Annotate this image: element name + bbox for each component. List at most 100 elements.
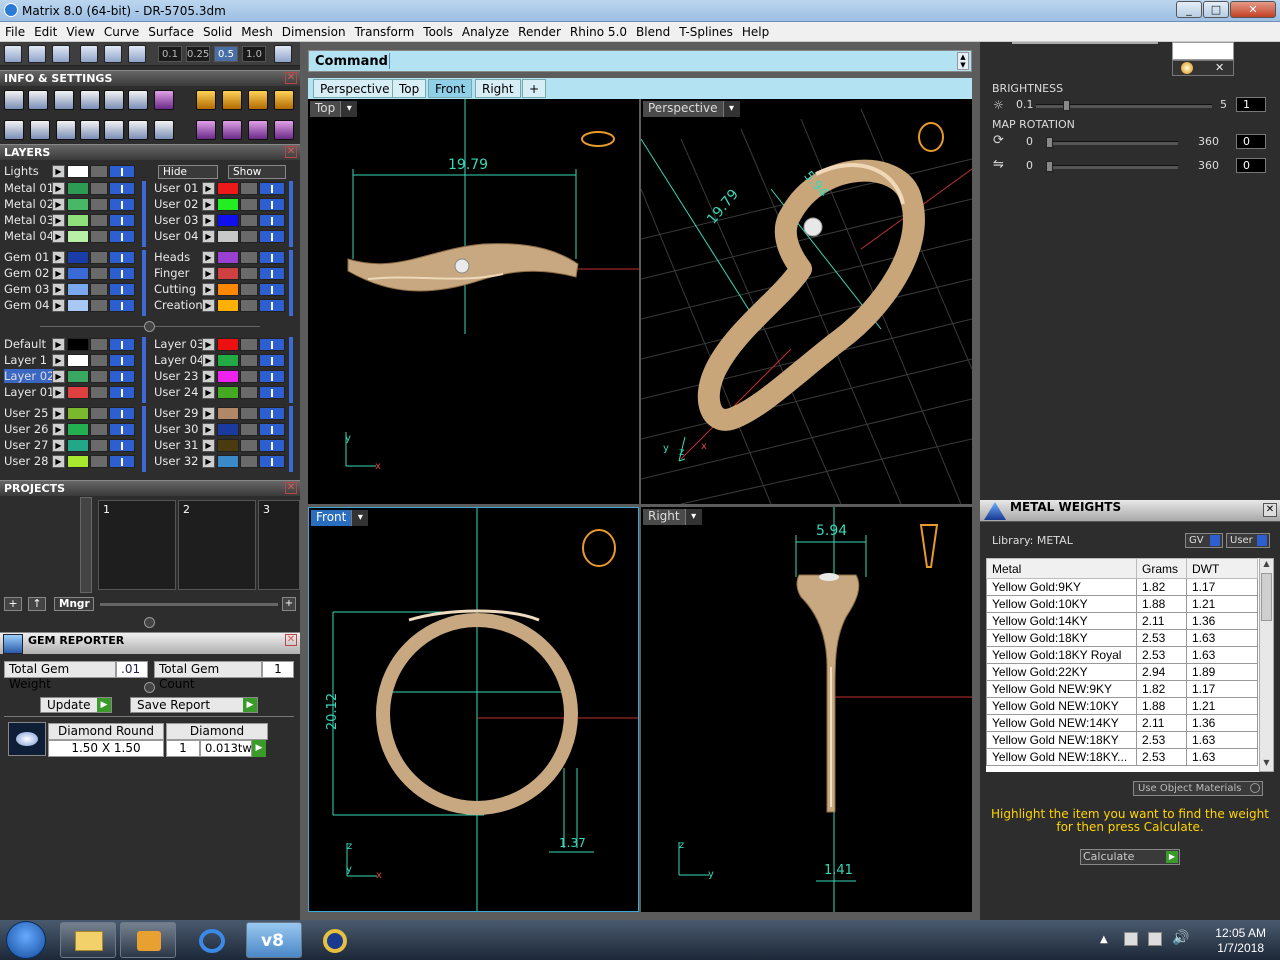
expand-arrow-icon[interactable]: ▶ bbox=[52, 407, 65, 420]
menu-view[interactable]: View bbox=[61, 22, 98, 39]
calculate-button[interactable]: Calculate ▶ bbox=[1080, 849, 1180, 865]
visibility-icon[interactable] bbox=[109, 165, 135, 178]
expand-arrow-icon[interactable]: ▶ bbox=[202, 423, 215, 436]
layer-color-swatch[interactable] bbox=[217, 251, 239, 264]
system-clock[interactable]: 12:05 AM 1/7/2018 bbox=[1215, 926, 1266, 956]
map-thumbnail[interactable] bbox=[1172, 42, 1234, 60]
expand-arrow-icon[interactable]: ▶ bbox=[202, 230, 215, 243]
layer-row[interactable]: Heads ▶ bbox=[150, 250, 292, 265]
lock-icon[interactable] bbox=[90, 230, 108, 243]
viewport-right-label[interactable]: Right bbox=[643, 509, 702, 525]
expand-arrow-icon[interactable]: ▶ bbox=[52, 338, 65, 351]
expand-arrow-icon[interactable]: ▶ bbox=[202, 354, 215, 367]
material-icon[interactable] bbox=[154, 90, 174, 110]
visibility-icon[interactable] bbox=[109, 338, 135, 351]
monitor-icon[interactable] bbox=[30, 120, 50, 140]
projects-scrollbar[interactable] bbox=[80, 497, 92, 593]
user-toggle[interactable]: User bbox=[1226, 533, 1270, 548]
layer-color-swatch[interactable] bbox=[217, 299, 239, 312]
add-tab-button[interactable]: + bbox=[522, 79, 546, 98]
table-row[interactable]: Yellow Gold NEW:10KY 1.88 1.21 bbox=[986, 697, 1258, 715]
expand-arrow-icon[interactable]: ▶ bbox=[52, 439, 65, 452]
layer-color-swatch[interactable] bbox=[217, 267, 239, 280]
eye-icon[interactable] bbox=[104, 45, 122, 63]
layer-color-swatch[interactable] bbox=[67, 230, 89, 243]
align-icon[interactable] bbox=[196, 90, 216, 110]
layer-row[interactable]: User 25 ▶ bbox=[0, 406, 142, 421]
brightness-slider[interactable] bbox=[1036, 100, 1212, 111]
menu-tools[interactable]: Tools bbox=[418, 22, 457, 39]
visibility-icon[interactable] bbox=[109, 354, 135, 367]
layer-row[interactable]: Metal 01 ▶ bbox=[0, 181, 142, 196]
layer-color-swatch[interactable] bbox=[217, 214, 239, 227]
hash-icon[interactable] bbox=[274, 45, 292, 63]
box-icon[interactable] bbox=[80, 90, 100, 110]
visibility-icon[interactable] bbox=[259, 386, 285, 399]
cube-icon[interactable] bbox=[28, 45, 46, 63]
lock-icon[interactable] bbox=[240, 407, 258, 420]
grid-icon[interactable] bbox=[4, 45, 22, 63]
layer-color-swatch[interactable] bbox=[217, 338, 239, 351]
visibility-icon[interactable] bbox=[109, 407, 135, 420]
show-hidden-icons[interactable]: ▲ bbox=[1100, 934, 1108, 945]
layer-color-swatch[interactable] bbox=[67, 439, 89, 452]
menu-transform[interactable]: Transform bbox=[350, 22, 419, 39]
close-icon[interactable]: ✕ bbox=[1215, 61, 1224, 74]
expand-arrow-icon[interactable]: ▶ bbox=[202, 267, 215, 280]
layer-color-swatch[interactable] bbox=[217, 386, 239, 399]
close-icon[interactable]: ✕ bbox=[285, 146, 297, 158]
projects-slider[interactable] bbox=[100, 603, 278, 606]
layer-color-swatch[interactable] bbox=[217, 198, 239, 211]
rotate-icon[interactable] bbox=[274, 90, 294, 110]
visibility-icon[interactable] bbox=[109, 423, 135, 436]
visibility-icon[interactable] bbox=[259, 251, 285, 264]
close-icon[interactable]: ✕ bbox=[1263, 503, 1277, 517]
column-header-metal[interactable]: Metal bbox=[986, 558, 1137, 579]
bend-icon[interactable] bbox=[274, 120, 294, 140]
layer-row[interactable]: User 03 ▶ bbox=[150, 213, 292, 228]
rotation-1-knob[interactable] bbox=[1046, 137, 1053, 148]
pen-icon[interactable] bbox=[52, 45, 70, 63]
layer-row[interactable]: Metal 03 ▶ bbox=[0, 213, 142, 228]
layer-row[interactable]: Gem 04 ▶ bbox=[0, 298, 142, 313]
cursor-icon[interactable] bbox=[128, 45, 146, 63]
menu-render[interactable]: Render bbox=[513, 22, 565, 39]
layer-color-swatch[interactable] bbox=[217, 423, 239, 436]
menu-mesh[interactable]: Mesh bbox=[236, 22, 277, 39]
visibility-icon[interactable] bbox=[259, 214, 285, 227]
lock-icon[interactable] bbox=[90, 182, 108, 195]
expand-arrow-icon[interactable]: ▶ bbox=[52, 251, 65, 264]
layer-color-swatch[interactable] bbox=[67, 423, 89, 436]
visibility-icon[interactable] bbox=[259, 439, 285, 452]
layer-color-swatch[interactable] bbox=[67, 182, 89, 195]
zoom-icon[interactable] bbox=[28, 90, 48, 110]
layer-row[interactable]: User 31 ▶ bbox=[150, 438, 292, 453]
visibility-icon[interactable] bbox=[259, 230, 285, 243]
visibility-icon[interactable] bbox=[259, 455, 285, 468]
menu-blend[interactable]: Blend bbox=[631, 22, 674, 39]
menu-surface[interactable]: Surface bbox=[143, 22, 198, 39]
layer-color-swatch[interactable] bbox=[217, 407, 239, 420]
viewport-perspective-label[interactable]: Perspective bbox=[643, 101, 740, 117]
layer-row[interactable]: Default ▶ bbox=[0, 337, 142, 352]
lock-icon[interactable] bbox=[240, 299, 258, 312]
viewport-top[interactable]: y x Top 19.79 bbox=[308, 99, 639, 504]
expand-arrow-icon[interactable]: ▶ bbox=[52, 165, 65, 178]
deform-icon[interactable] bbox=[196, 120, 216, 140]
visibility-icon[interactable] bbox=[109, 370, 135, 383]
lock-icon[interactable] bbox=[240, 354, 258, 367]
add-project-icon[interactable]: + bbox=[4, 597, 22, 611]
lock-icon[interactable] bbox=[90, 283, 108, 296]
layer-row[interactable]: Cutting ▶ bbox=[150, 282, 292, 297]
layer-color-swatch[interactable] bbox=[67, 283, 89, 296]
expand-arrow-icon[interactable]: ▶ bbox=[52, 423, 65, 436]
menu-help[interactable]: Help bbox=[737, 22, 773, 39]
resize-icon[interactable] bbox=[248, 90, 268, 110]
expand-arrow-icon[interactable]: ▶ bbox=[52, 370, 65, 383]
layer-row[interactable]: Gem 03 ▶ bbox=[0, 282, 142, 297]
layer-row[interactable]: Layer 03 ▶ bbox=[150, 337, 292, 352]
visibility-icon[interactable] bbox=[259, 267, 285, 280]
network-icon[interactable] bbox=[1148, 932, 1162, 946]
maximize-button[interactable]: □ bbox=[1203, 1, 1229, 18]
step-1-0-button[interactable]: 1.0 bbox=[242, 46, 266, 62]
